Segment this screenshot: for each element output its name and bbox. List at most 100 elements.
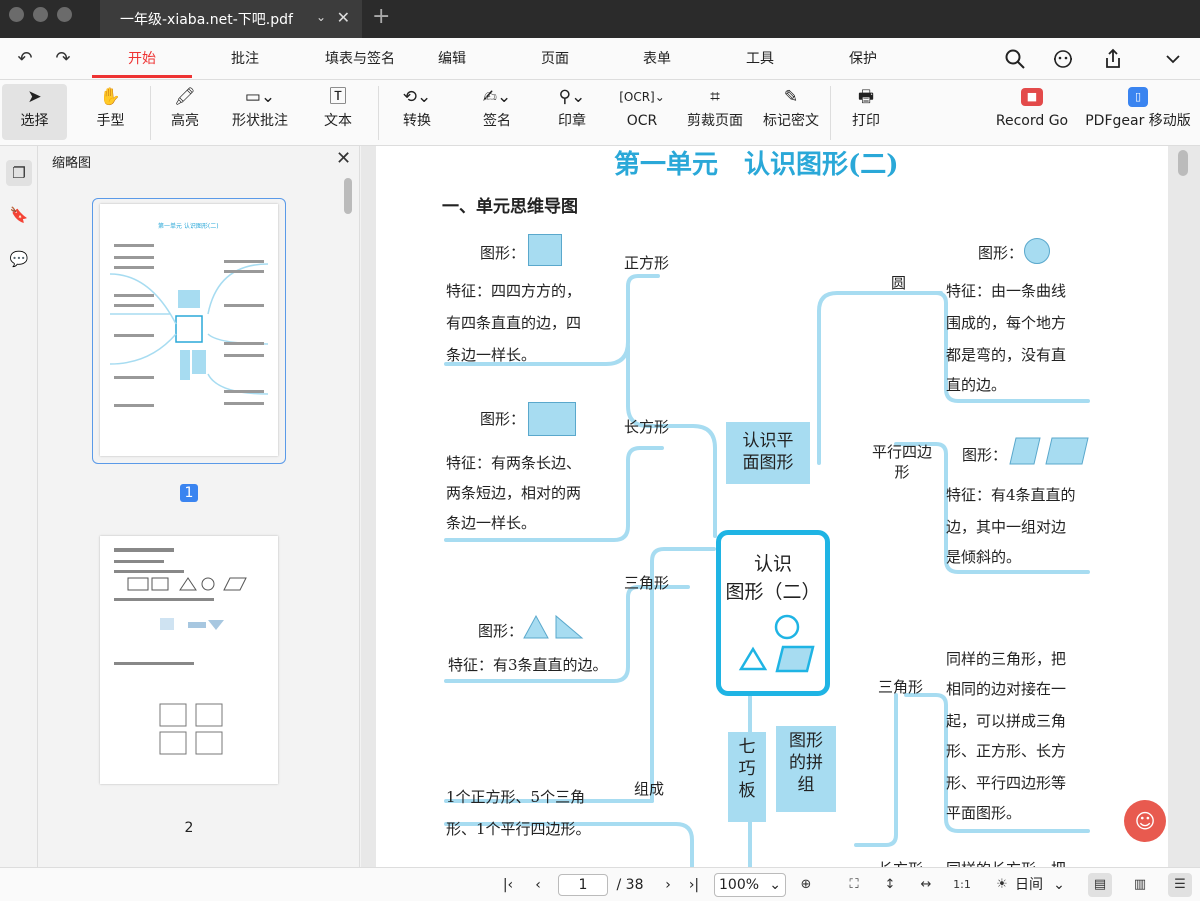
circle-feature-line: 都是弯的，没有直	[946, 346, 1067, 364]
share-icon[interactable]	[1102, 48, 1124, 70]
sun-icon[interactable]: ☀	[990, 873, 1014, 897]
zoom-window-button[interactable]	[57, 7, 72, 22]
last-page-icon[interactable]: ›|	[684, 874, 704, 896]
thumbnail-page-2[interactable]	[100, 536, 278, 784]
parallelogram-shapes	[1009, 437, 1089, 465]
next-page-icon[interactable]: ›	[658, 874, 678, 896]
record-icon: ■	[990, 84, 1074, 110]
pdfgear-mobile-button[interactable]: ▯ PDFgear 移动版	[1082, 84, 1194, 140]
parallelogram-shape-label: 图形：	[962, 446, 1008, 464]
triangle-combine-line: 平面图形。	[946, 804, 1022, 822]
document-title: 第一单元 认识图形(二)	[614, 150, 899, 180]
stamp-icon: ⚲⌄	[558, 87, 586, 107]
signature-button[interactable]: ✍⌄ 签名	[468, 84, 526, 140]
stamp-button[interactable]: ⚲⌄ 印章	[542, 84, 602, 140]
record-go-button[interactable]: ■ Record Go	[990, 84, 1074, 140]
single-page-view-icon[interactable]: ▤	[1088, 873, 1112, 897]
tab-menu-icon[interactable]: ⌄	[316, 10, 326, 24]
triangle-combine-line: 相同的边对接在一	[946, 680, 1067, 698]
select-tool-button[interactable]: ➤ 选择	[2, 84, 67, 140]
circle-feature-line: 特征：由一条曲线	[946, 282, 1067, 300]
combine-box-line: 图形	[789, 731, 823, 751]
left-rail: ❐ 🔖 💬	[0, 146, 38, 867]
two-page-view-icon[interactable]: ▥	[1128, 873, 1152, 897]
new-tab-icon[interactable]: +	[372, 4, 390, 29]
document-scrollbar[interactable]	[1178, 150, 1188, 176]
undo-icon[interactable]: ↶	[14, 48, 36, 70]
menu-annotate[interactable]: 批注	[205, 38, 285, 80]
svg-text:第一单元 认识图形(二): 第一单元 认识图形(二)	[158, 222, 219, 230]
menu-edit[interactable]: 编辑	[412, 38, 492, 80]
triangle-combine-line: 形、正方形、长方	[946, 742, 1067, 760]
hand-tool-button[interactable]: ✋ 手型	[78, 84, 143, 140]
title-bar: 一年级-xiaba.net-下吧.pdf ⌄ ✕ +	[0, 0, 1200, 38]
menu-form[interactable]: 表单	[617, 38, 697, 80]
previous-page-icon[interactable]: ‹	[528, 874, 548, 896]
continuous-scroll-icon[interactable]: ☰	[1168, 873, 1192, 897]
square-feature-line: 特征：四四方方的，	[446, 282, 582, 300]
square-feature-line: 有四条直直的边，四	[446, 314, 582, 332]
toolbar-divider	[150, 86, 151, 140]
tab-close-icon[interactable]: ✕	[337, 8, 350, 27]
circle-feature-line: 直的边。	[946, 376, 1007, 394]
comments-icon[interactable]: 💬	[6, 246, 32, 272]
zoom-in-icon[interactable]: ⊕	[794, 873, 818, 897]
center-node: 认识 图形（二）	[716, 530, 830, 696]
hand-icon: ✋	[99, 87, 122, 107]
branch-rectangle-combine: 长方形	[878, 858, 923, 867]
close-window-button[interactable]	[9, 7, 24, 22]
convert-button[interactable]: ⟲⌄ 转换	[388, 84, 446, 140]
center-node-line: 认识	[753, 553, 792, 575]
page-number-input[interactable]: 1	[558, 874, 608, 896]
pdfgear-mobile-label: PDFgear 移动版	[1085, 113, 1191, 129]
bookmark-icon[interactable]: 🔖	[6, 202, 32, 228]
combine-box-line: 的拼	[789, 753, 823, 773]
document-tab[interactable]: 一年级-xiaba.net-下吧.pdf ⌄ ✕	[100, 0, 362, 38]
redact-button[interactable]: ✎ 标记密文	[758, 84, 824, 140]
fit-width-icon[interactable]: ↔	[914, 873, 938, 897]
parallelogram-feature-line: 是倾斜的。	[946, 548, 1022, 566]
close-icon[interactable]: ✕	[336, 148, 351, 169]
zoom-select[interactable]: 100% ⌄	[714, 873, 786, 897]
menu-page[interactable]: 页面	[515, 38, 595, 80]
minimize-window-button[interactable]	[33, 7, 48, 22]
square-shape-label: 图形：	[480, 244, 526, 262]
combine-box-line: 组	[797, 775, 815, 795]
first-page-icon[interactable]: |‹	[498, 874, 518, 896]
triangle-shapes	[523, 614, 584, 639]
highlighter-icon: 🖍	[174, 87, 196, 107]
mobile-icon: ▯	[1082, 84, 1194, 110]
theme-chevron-icon[interactable]: ⌄	[1050, 874, 1068, 896]
assistant-bot-icon[interactable]: ☺	[1124, 800, 1166, 842]
theme-label[interactable]: 日间	[1012, 874, 1046, 896]
search-icon[interactable]	[1004, 48, 1026, 70]
redo-icon[interactable]: ↷	[52, 48, 74, 70]
menu-tools[interactable]: 工具	[720, 38, 800, 80]
plane-shapes-box: 认识平 面图形	[726, 422, 810, 484]
triangle-shape-label: 图形：	[478, 622, 524, 640]
highlight-tool-button[interactable]: 🖍 高亮	[155, 84, 215, 140]
hand-tool-label: 手型	[96, 113, 125, 129]
circle-feature-line: 围成的，每个地方	[946, 314, 1067, 332]
thumbnail-page-1[interactable]: 第一单元 认识图形(二)	[100, 204, 278, 456]
menu-start[interactable]: 开始	[92, 38, 192, 80]
crop-page-label: 剪裁页面	[687, 113, 743, 129]
fit-height-icon[interactable]: ↕	[878, 873, 902, 897]
select-tool-label: 选择	[20, 113, 49, 129]
toolbar-divider	[830, 86, 831, 140]
ai-assistant-icon[interactable]	[1052, 48, 1074, 70]
fit-page-icon[interactable]: ⛶	[842, 873, 866, 897]
menu-fill-sign[interactable]: 填表与签名	[305, 38, 415, 80]
actual-size-icon[interactable]: 1:1	[950, 873, 974, 897]
shape-annotation-button[interactable]: ▭⌄ 形状批注	[224, 84, 296, 140]
menu-protect[interactable]: 保护	[823, 38, 903, 80]
branch-circle: 圆	[891, 274, 907, 292]
ocr-button[interactable]: [OCR]⌄ OCR	[616, 84, 668, 140]
menu-bar: ↶ ↷ 开始 批注 填表与签名 编辑 页面 表单 工具 保护	[0, 38, 1200, 80]
thumbnails-icon[interactable]: ❐	[6, 160, 32, 186]
thumbnail-scrollbar[interactable]	[344, 178, 352, 214]
text-tool-button[interactable]: 🅃 文本	[310, 84, 366, 140]
crop-page-button[interactable]: ⌗ 剪裁页面	[684, 84, 746, 140]
chevron-down-icon[interactable]	[1162, 48, 1184, 70]
print-button[interactable]: 🖶 打印	[840, 84, 892, 140]
